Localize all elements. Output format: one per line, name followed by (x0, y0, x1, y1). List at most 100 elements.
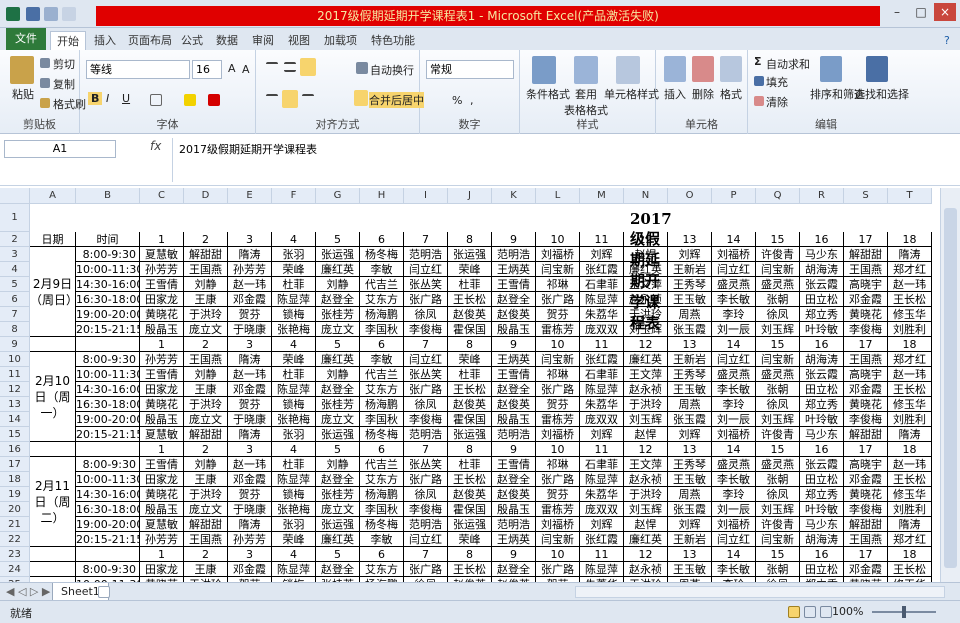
row-header-18[interactable]: 18 (0, 472, 30, 487)
day-label[interactable]: 2月11日（周二） (30, 457, 76, 547)
row-header-5[interactable]: 5 (0, 277, 30, 292)
teacher-cell[interactable]: 闫立红 (712, 262, 756, 277)
header-num[interactable]: 6 (360, 232, 404, 247)
teacher-cell[interactable]: 张朝 (756, 382, 800, 397)
teacher-cell[interactable]: 刘一辰 (712, 502, 756, 517)
row-header-16[interactable]: 16 (0, 442, 30, 457)
teacher-cell[interactable]: 杜菲 (448, 367, 492, 382)
teacher-cell[interactable]: 郑立秀 (800, 397, 844, 412)
teacher-cell[interactable]: 田家龙 (140, 562, 184, 577)
column-header-G[interactable]: G (316, 188, 360, 204)
row-header-14[interactable]: 14 (0, 412, 30, 427)
teacher-cell[interactable]: 隋涛 (228, 427, 272, 442)
column-header-B[interactable]: B (76, 188, 140, 204)
sheet-nav-icons[interactable]: ◀ ◁ ▷ ▶ (6, 585, 50, 598)
header-num[interactable]: 7 (404, 232, 448, 247)
teacher-cell[interactable]: 祁琳 (536, 367, 580, 382)
teacher-cell[interactable]: 荣峰 (448, 352, 492, 367)
table-format-icon[interactable] (574, 56, 598, 84)
teacher-cell[interactable]: 胡海涛 (800, 262, 844, 277)
time-slot[interactable]: 20:15-21:15 (76, 427, 140, 442)
teacher-cell[interactable]: 廉红英 (316, 352, 360, 367)
teacher-cell[interactable]: 殷晶玉 (492, 412, 536, 427)
teacher-cell[interactable]: 夏慧敏 (140, 517, 184, 532)
teacher-cell[interactable]: 隋涛 (888, 247, 932, 262)
time-slot[interactable]: 16:30-18:00 (76, 292, 140, 307)
teacher-cell[interactable]: 朱荔华 (580, 397, 624, 412)
help-icon[interactable]: ? (938, 31, 956, 50)
row-header-11[interactable]: 11 (0, 367, 30, 382)
teacher-cell[interactable]: 夏慧敏 (140, 247, 184, 262)
teacher-cell[interactable]: 荣峰 (272, 262, 316, 277)
column-header-Q[interactable]: Q (756, 188, 800, 204)
teacher-cell[interactable]: 霍保国 (448, 322, 492, 337)
tab-addins[interactable]: 加载项 (318, 31, 363, 50)
tab-home[interactable]: 开始 (50, 31, 86, 50)
teacher-cell[interactable]: 荣峰 (272, 532, 316, 547)
teacher-cell[interactable]: 孙芳芳 (228, 262, 272, 277)
teacher-cell[interactable]: 解甜甜 (184, 517, 228, 532)
header-num[interactable]: 18 (888, 442, 932, 457)
header-num[interactable]: 15 (756, 547, 800, 562)
header-num[interactable]: 13 (668, 337, 712, 352)
teacher-cell[interactable]: 王文萍 (624, 367, 668, 382)
teacher-cell[interactable]: 王长松 (888, 562, 932, 577)
teacher-cell[interactable]: 张广路 (536, 292, 580, 307)
align-left-icon[interactable] (266, 94, 278, 104)
teacher-cell[interactable]: 贺芬 (536, 487, 580, 502)
teacher-cell[interactable]: 赵登全 (492, 472, 536, 487)
header-num[interactable]: 8 (448, 337, 492, 352)
teacher-cell[interactable]: 殷晶玉 (140, 322, 184, 337)
header-num[interactable]: 8 (448, 442, 492, 457)
header-num[interactable]: 11 (580, 442, 624, 457)
time-slot[interactable]: 16:30-18:00 (76, 502, 140, 517)
teacher-cell[interactable]: 刘辉 (580, 427, 624, 442)
teacher-cell[interactable]: 赵悍 (624, 517, 668, 532)
header-num[interactable]: 12 (624, 442, 668, 457)
teacher-cell[interactable]: 石聿菲 (580, 457, 624, 472)
format-icon[interactable] (720, 56, 742, 82)
teacher-cell[interactable]: 贺芬 (536, 307, 580, 322)
teacher-cell[interactable]: 刘玉辉 (624, 412, 668, 427)
teacher-cell[interactable]: 张羽 (272, 247, 316, 262)
teacher-cell[interactable]: 叶玲敏 (800, 502, 844, 517)
teacher-cell[interactable]: 郑立秀 (800, 487, 844, 502)
header-num[interactable]: 2 (184, 547, 228, 562)
teacher-cell[interactable]: 陈显萍 (580, 292, 624, 307)
teacher-cell[interactable]: 黄晓花 (844, 397, 888, 412)
header-num[interactable]: 11 (580, 232, 624, 247)
header-num[interactable]: 10 (536, 442, 580, 457)
header-num[interactable]: 17 (844, 232, 888, 247)
teacher-cell[interactable]: 叶玲敏 (800, 322, 844, 337)
teacher-cell[interactable]: 廉红英 (624, 532, 668, 547)
teacher-cell[interactable]: 刘玉辉 (756, 322, 800, 337)
teacher-cell[interactable]: 赵一玮 (888, 277, 932, 292)
conditional-format-icon[interactable] (532, 56, 556, 84)
cut-button[interactable]: 剪切 (53, 56, 75, 72)
header-num[interactable]: 18 (888, 232, 932, 247)
vertical-scrollbar[interactable] (940, 188, 960, 582)
teacher-cell[interactable]: 解甜甜 (844, 517, 888, 532)
teacher-cell[interactable]: 廉红英 (316, 532, 360, 547)
teacher-cell[interactable]: 徐凤 (404, 307, 448, 322)
teacher-cell[interactable]: 庞立文 (184, 412, 228, 427)
teacher-cell[interactable]: 祁琳 (536, 457, 580, 472)
teacher-cell[interactable]: 赵登全 (316, 292, 360, 307)
teacher-cell[interactable]: 张红霞 (580, 262, 624, 277)
teacher-cell[interactable]: 王玉敏 (668, 472, 712, 487)
zoom-slider-thumb[interactable] (902, 606, 906, 618)
header-num[interactable]: 3 (228, 442, 272, 457)
teacher-cell[interactable]: 赵一玮 (888, 367, 932, 382)
teacher-cell[interactable]: 王雪倩 (492, 367, 536, 382)
teacher-cell[interactable]: 赵永祯 (624, 292, 668, 307)
autosum-button[interactable]: 自动求和 (766, 56, 810, 72)
teacher-cell[interactable]: 王炳英 (492, 262, 536, 277)
insert-icon[interactable] (664, 56, 686, 82)
teacher-cell[interactable]: 范明浩 (404, 427, 448, 442)
teacher-cell[interactable]: 赵悍 (624, 247, 668, 262)
time-slot[interactable]: 19:00-20:00 (76, 412, 140, 427)
teacher-cell[interactable]: 刘静 (184, 367, 228, 382)
teacher-cell[interactable]: 赵永祯 (624, 562, 668, 577)
teacher-cell[interactable]: 邓金霞 (228, 562, 272, 577)
teacher-cell[interactable]: 赵登全 (316, 472, 360, 487)
